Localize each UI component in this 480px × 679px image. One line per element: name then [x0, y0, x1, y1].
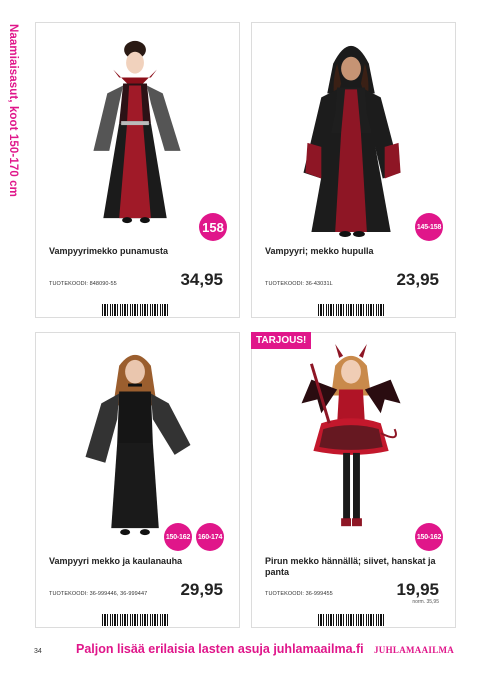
product-price: 23,95 — [396, 270, 439, 289]
side-title-text: Naamiaisasut, koot 150-170 cm — [7, 24, 19, 197]
product-card[interactable]: 150-162 Pirun mekko hännällä; siivet, ha… — [251, 332, 456, 628]
size-badge: 160-174 — [196, 523, 224, 551]
size-badge: 150-162 — [164, 523, 192, 551]
barcode — [102, 614, 170, 626]
product-photo — [36, 333, 239, 553]
product-code: TUOTEKOODI: 36-999446, 36-999447 — [49, 591, 148, 597]
product-photo — [252, 333, 455, 553]
footer-link-text[interactable]: Paljon lisää erilaisia lasten asuja juhl… — [76, 642, 364, 656]
black-vampire-dress-illustration — [85, 354, 191, 536]
barcode — [318, 614, 386, 626]
devil-costume-illustration — [301, 343, 401, 527]
barcode — [318, 304, 386, 316]
barcode — [102, 304, 170, 316]
size-badge: 150-162 — [415, 523, 443, 551]
brand-logo: JUHLAMAAILMA — [374, 645, 455, 655]
product-code: TUOTEKOODI: 36-999455 — [265, 591, 333, 597]
product-name: Vampyyri; mekko hupulla — [265, 246, 374, 256]
product-name: Vampyyri mekko ja kaulanauha — [49, 556, 183, 566]
size-badge: 158 — [199, 213, 227, 241]
product-name: Vampyyrimekko punamusta — [49, 246, 169, 256]
product-price: 34,95 — [180, 270, 223, 289]
product-code: TUOTEKOODI: 848090-55 — [49, 281, 117, 287]
product-card[interactable]: 158 Vampyyrimekko punamusta TUOTEKOODI: … — [35, 22, 240, 318]
page-number: 34 — [34, 648, 42, 655]
product-photo — [252, 23, 455, 243]
product-price: 19,95 — [396, 580, 439, 599]
size-badge: 145-158 — [415, 213, 443, 241]
product-price: 29,95 — [180, 580, 223, 599]
side-title: Naamiaisasut, koot 150-170 cm — [2, 24, 20, 197]
product-code: TUOTEKOODI: 36-43031L — [265, 281, 333, 287]
product-name: Pirun mekko hännällä; siivet, hanskat ja… — [265, 556, 436, 577]
product-card[interactable]: 150-162 160-174 Vampyyri mekko ja kaulan… — [35, 332, 240, 628]
product-photo — [36, 23, 239, 243]
normal-price: norm. 35,95 — [412, 599, 439, 605]
vampire-dress-illustration — [93, 40, 181, 224]
offer-tag: TARJOUS! — [251, 332, 312, 349]
product-card[interactable]: 145-158 Vampyyri; mekko hupulla TUOTEKOO… — [251, 22, 456, 318]
hooded-vampire-illustration — [303, 45, 401, 237]
